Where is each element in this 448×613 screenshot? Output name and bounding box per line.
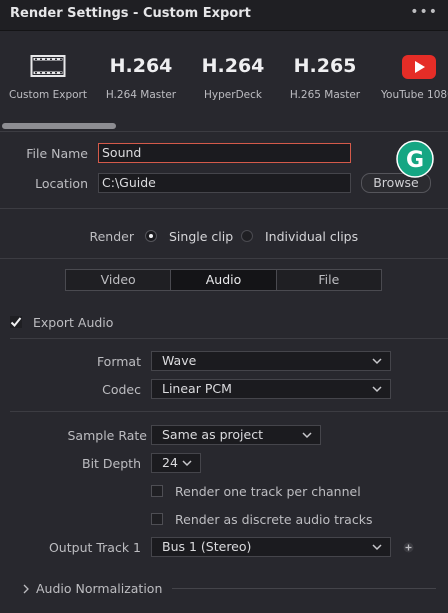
preset-custom-export[interactable]: Custom Export (0, 31, 96, 121)
divider (0, 131, 448, 132)
file-name-input[interactable]: Sound (98, 143, 351, 163)
location-label: Location (35, 176, 88, 191)
format-value: Wave (162, 353, 197, 368)
audio-normalization-toggle[interactable]: Audio Normalization (20, 581, 200, 597)
discrete-audio-tracks-label[interactable]: Render as discrete audio tracks (175, 512, 372, 527)
divider (0, 258, 448, 259)
youtube-icon (402, 55, 436, 79)
chevron-down-icon (182, 460, 192, 467)
preset-label: H.265 Master (289, 89, 361, 101)
bit-depth-label: Bit Depth (82, 456, 141, 471)
preset-label: YouTube 1080p (381, 89, 448, 101)
title-bar: Render Settings - Custom Export ••• (0, 0, 448, 31)
film-icon (30, 55, 66, 77)
preset-codec-name: H.265 (293, 55, 357, 77)
sample-rate-label: Sample Rate (67, 428, 147, 443)
preset-hyperdeck[interactable]: H.264 HyperDeck (188, 31, 278, 121)
output-track-label: Output Track 1 (48, 540, 141, 555)
codec-label: Codec (102, 382, 141, 397)
grammarly-icon[interactable]: G (396, 140, 434, 178)
chevron-right-icon (23, 584, 29, 594)
location-input[interactable]: C:\Guide (98, 173, 351, 193)
sample-rate-value: Same as project (162, 427, 263, 442)
format-select[interactable]: Wave (151, 351, 391, 371)
divider (10, 411, 448, 412)
export-audio-label[interactable]: Export Audio (33, 315, 113, 330)
window-title: Render Settings - Custom Export (10, 6, 251, 21)
svg-text:G: G (406, 148, 424, 173)
preset-h264-master[interactable]: H.264 H.264 Master (96, 31, 186, 121)
preset-label: Custom Export (9, 89, 87, 101)
audio-normalization-label: Audio Normalization (36, 581, 163, 596)
output-track-value: Bus 1 (Stereo) (162, 539, 252, 554)
bit-depth-select[interactable]: 24 (151, 453, 201, 473)
checkmark-icon (10, 317, 22, 327)
discrete-audio-tracks-checkbox[interactable] (151, 513, 163, 525)
preset-label: H.264 Master (105, 89, 177, 101)
render-label: Render (89, 229, 134, 244)
scrollbar-thumb[interactable] (2, 123, 116, 129)
tab-video[interactable]: Video (66, 270, 172, 290)
one-track-per-channel-label[interactable]: Render one track per channel (175, 484, 361, 499)
more-options-icon[interactable]: ••• (410, 4, 438, 20)
one-track-per-channel-checkbox[interactable] (151, 485, 163, 497)
codec-value: Linear PCM (162, 381, 232, 396)
export-audio-checkbox[interactable] (10, 316, 22, 328)
individual-clips-radio[interactable] (241, 230, 253, 242)
preset-strip: Custom Export H.264 H.264 Master H.264 H… (0, 31, 448, 131)
chevron-down-icon (302, 432, 312, 439)
tab-file[interactable]: File (277, 270, 381, 290)
chevron-down-icon (372, 386, 382, 393)
individual-clips-label[interactable]: Individual clips (265, 229, 358, 244)
preset-label: HyperDeck (204, 89, 262, 101)
single-clip-label[interactable]: Single clip (169, 229, 233, 244)
preset-youtube[interactable]: YouTube 1080p (376, 31, 448, 121)
sample-rate-select[interactable]: Same as project (151, 425, 321, 445)
file-name-label: File Name (26, 146, 88, 161)
single-clip-radio[interactable] (145, 230, 157, 242)
divider (10, 338, 448, 339)
add-track-icon[interactable] (403, 542, 414, 553)
divider (172, 588, 436, 589)
output-track-select[interactable]: Bus 1 (Stereo) (151, 537, 391, 557)
codec-select[interactable]: Linear PCM (151, 379, 391, 399)
divider (0, 208, 448, 209)
preset-codec-name: H.264 (109, 55, 173, 77)
format-label: Format (96, 354, 141, 369)
preset-h265-master[interactable]: H.265 H.265 Master (280, 31, 370, 121)
preset-codec-name: H.264 (201, 55, 265, 77)
bit-depth-value: 24 (162, 455, 178, 470)
tab-audio[interactable]: Audio (171, 270, 277, 290)
preset-scrollbar[interactable] (0, 121, 448, 131)
settings-tabs: Video Audio File (65, 269, 382, 291)
chevron-down-icon (372, 358, 382, 365)
chevron-down-icon (372, 544, 382, 551)
